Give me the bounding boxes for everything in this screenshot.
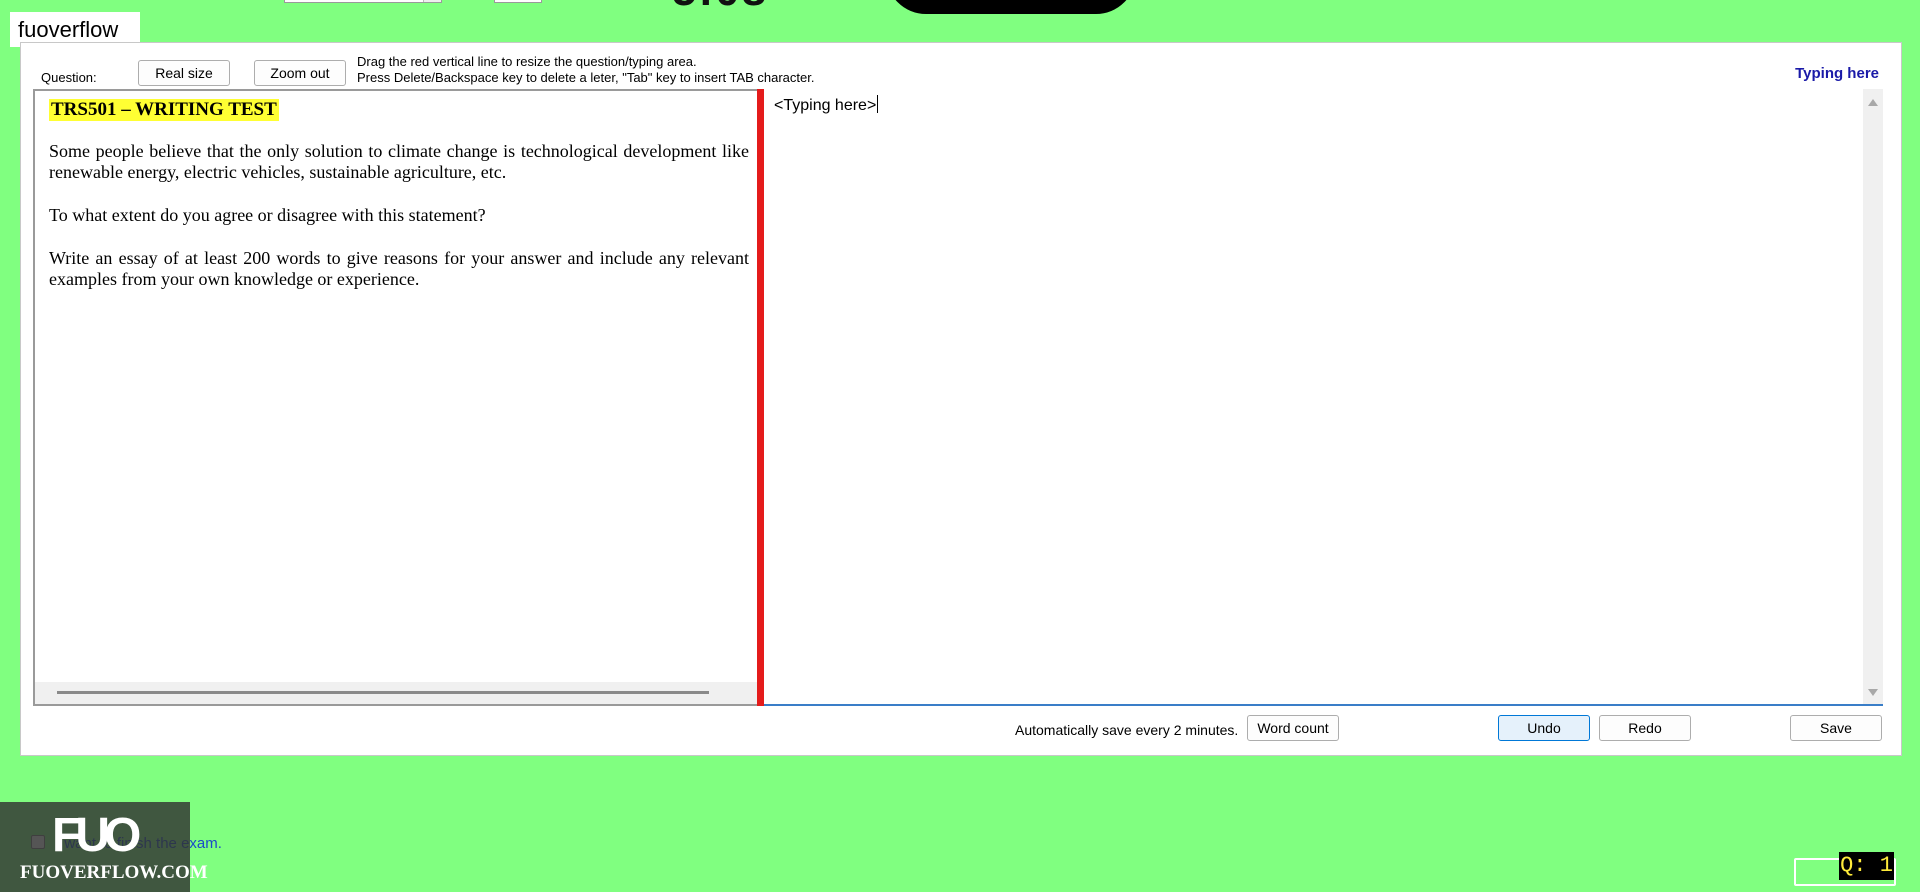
question-counter: Q: 1: [1839, 852, 1894, 880]
scroll-down-icon[interactable]: [1868, 689, 1878, 696]
text-caret: [877, 95, 879, 113]
typing-vertical-scrollbar[interactable]: [1863, 89, 1883, 704]
logo-mark: FUO: [52, 809, 141, 862]
word-count-button[interactable]: Word count: [1247, 715, 1339, 741]
real-size-button[interactable]: Real size: [138, 60, 230, 86]
resize-splitter[interactable]: [757, 89, 764, 706]
question-area: TRS501 – WRITING TEST Some people believ…: [33, 89, 757, 706]
instruction-line-1: Drag the red vertical line to resize the…: [357, 54, 697, 69]
watermark-logo: FUO FUOVERFLOW.COM: [0, 802, 208, 892]
scrollbar-thumb[interactable]: [57, 691, 709, 694]
question-paragraph: To what extent do you agree or disagree …: [49, 205, 486, 225]
redo-button[interactable]: Redo: [1599, 715, 1691, 741]
top-large-digit: [886, 0, 1136, 14]
undo-button[interactable]: Undo: [1498, 715, 1590, 741]
instruction-line-2: Press Delete/Backspace key to delete a l…: [357, 70, 815, 85]
exam-timer: 5:08: [672, 0, 768, 16]
logo-site: FUOVERFLOW.COM: [20, 862, 208, 883]
top-small-box[interactable]: [494, 0, 542, 3]
top-combo-box[interactable]: [284, 0, 442, 3]
combo-arrow[interactable]: [423, 0, 441, 2]
typing-placeholder: <Typing here>: [774, 97, 877, 114]
exam-panel: Question: Real size Zoom out Drag the re…: [20, 42, 1902, 756]
typing-area[interactable]: <Typing here>: [764, 89, 1883, 706]
instructions: Drag the red vertical line to resize the…: [357, 54, 814, 86]
scroll-up-icon[interactable]: [1868, 99, 1878, 106]
question-title: TRS501 – WRITING TEST: [49, 99, 279, 121]
zoom-out-button[interactable]: Zoom out: [254, 60, 346, 86]
save-button[interactable]: Save: [1790, 715, 1882, 741]
question-paragraph: Some people believe that the only soluti…: [49, 141, 749, 182]
typing-text[interactable]: <Typing here>: [774, 95, 879, 115]
typing-here-link[interactable]: Typing here: [1795, 65, 1879, 82]
question-paragraph: Write an essay of at least 200 words to …: [49, 248, 749, 289]
autosave-notice: Automatically save every 2 minutes.: [1015, 722, 1239, 738]
question-label: Question:: [41, 70, 97, 85]
question-content: TRS501 – WRITING TEST Some people believ…: [49, 99, 749, 312]
question-horizontal-scrollbar[interactable]: [35, 682, 757, 704]
